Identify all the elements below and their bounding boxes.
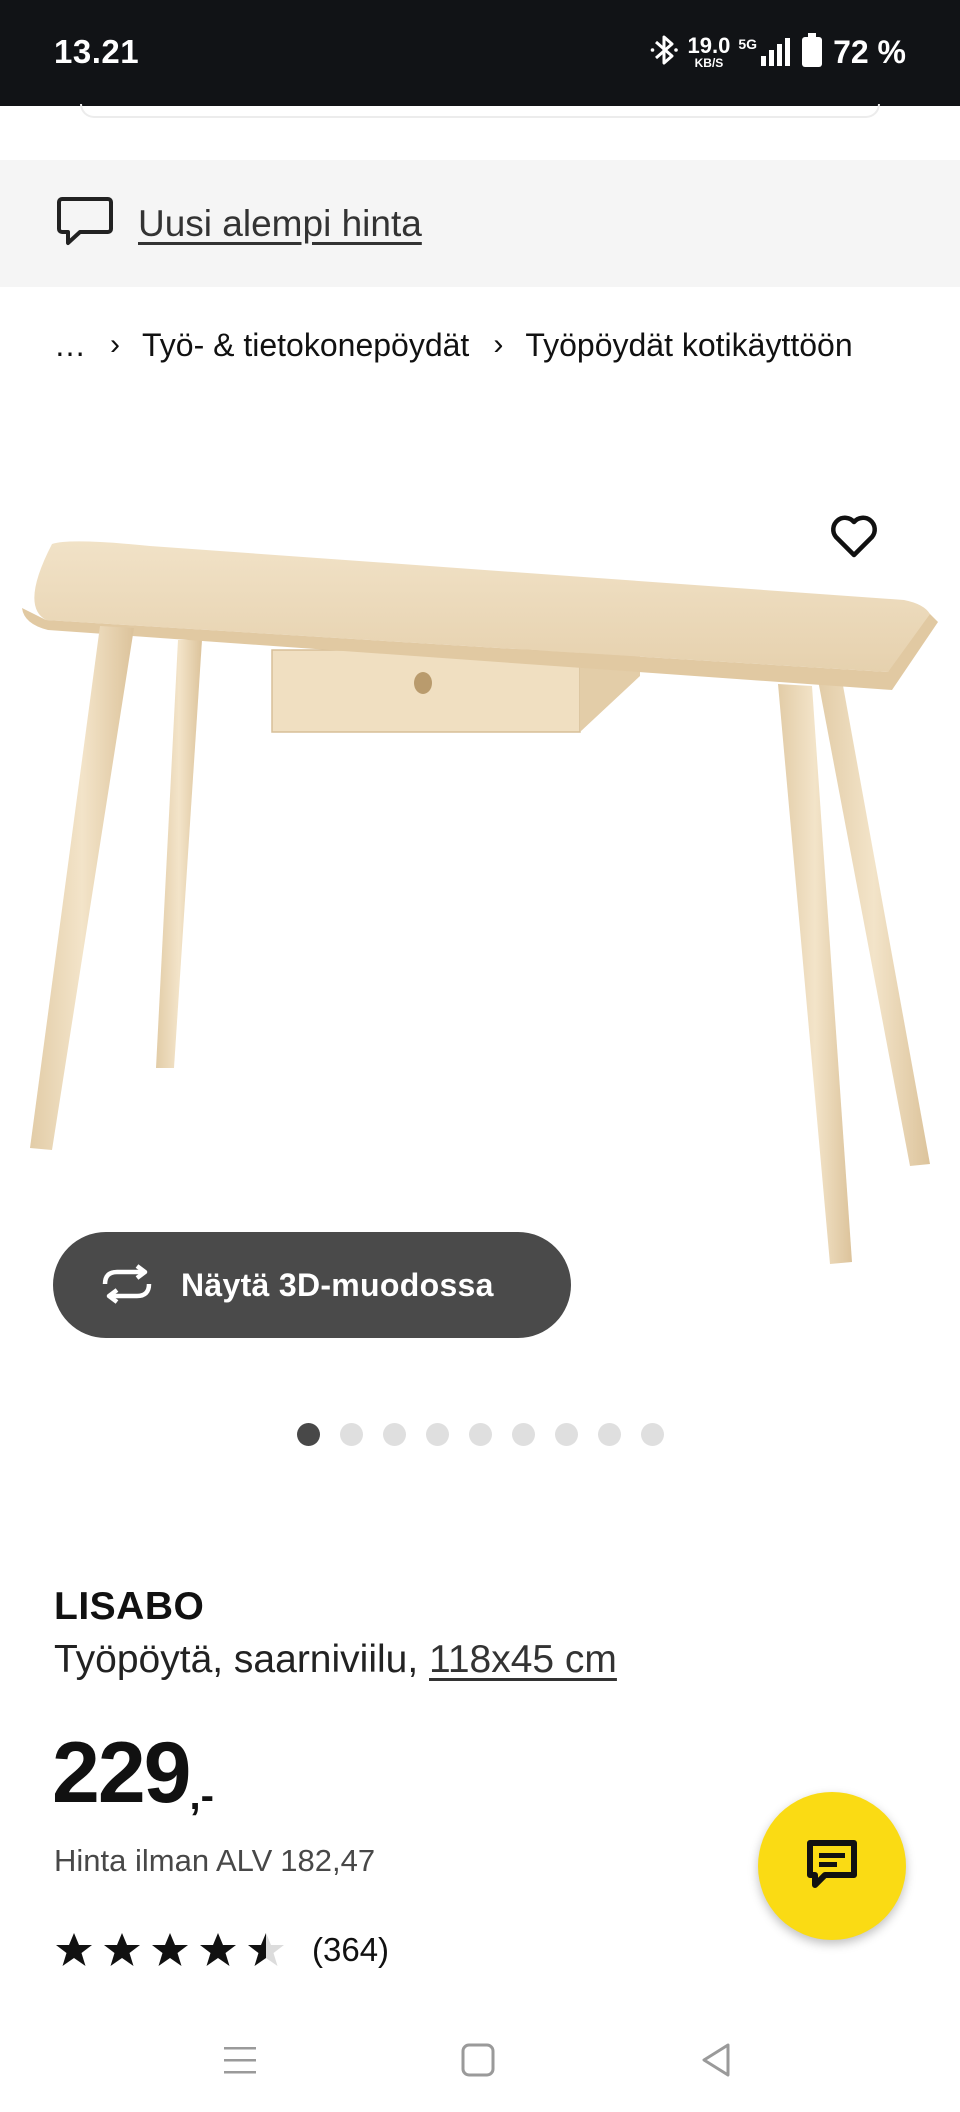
breadcrumb: … › Työ- & tietokonepöydät › Työpöydät k… xyxy=(54,320,853,370)
heart-icon xyxy=(829,515,879,562)
carousel-dot[interactable] xyxy=(598,1422,621,1446)
star-icon xyxy=(56,1933,92,1966)
price-suffix: ,- xyxy=(189,1774,214,1818)
price-without-vat-value: 182,47 xyxy=(280,1843,376,1878)
chevron-right-icon: › xyxy=(493,328,504,361)
product-name: LISABO xyxy=(54,1585,205,1628)
product-price: 229 ,- xyxy=(52,1730,214,1819)
carousel-dot[interactable] xyxy=(340,1422,363,1446)
carousel-dot[interactable] xyxy=(512,1422,535,1446)
star-icon xyxy=(200,1933,236,1966)
back-icon[interactable] xyxy=(686,2032,746,2088)
carousel-dot[interactable] xyxy=(297,1422,320,1446)
favorite-button[interactable] xyxy=(822,510,886,566)
carousel-dot[interactable] xyxy=(641,1422,664,1446)
status-time: 13.21 xyxy=(54,33,140,70)
rating-stars xyxy=(54,1931,286,1969)
network-type: 5G xyxy=(738,36,758,52)
view-3d-label: Näytä 3D-muodossa xyxy=(181,1266,494,1303)
status-bar: 13.21 19.0 KB/S 5G 72 % xyxy=(0,0,960,106)
signal-icon: 5G xyxy=(738,36,793,68)
breadcrumb-item-home-desks[interactable]: Työpöydät kotikäyttöön xyxy=(525,327,852,364)
star-icon xyxy=(152,1933,188,1966)
product-type: Työpöytä, saarniviilu, xyxy=(54,1638,419,1681)
breadcrumb-ellipsis[interactable]: … xyxy=(54,327,86,364)
price-drop-link[interactable]: Uusi alempi hinta xyxy=(138,203,422,245)
menu-icon[interactable] xyxy=(210,2032,270,2088)
rotate-3d-icon xyxy=(99,1263,155,1307)
bluetooth-icon xyxy=(650,32,680,73)
star-icon xyxy=(104,1933,140,1966)
review-count[interactable]: (364) xyxy=(312,1931,389,1969)
battery-level: 72 % xyxy=(833,33,906,70)
search-bar-edge xyxy=(80,104,880,118)
product-size-link[interactable]: 118x45 cm xyxy=(429,1638,617,1681)
carousel-dots xyxy=(297,1422,664,1446)
network-speed-value: 19.0 xyxy=(687,33,731,58)
price-integer: 229 xyxy=(52,1725,191,1821)
network-speed: 19.0 KB/S xyxy=(687,33,731,70)
breadcrumb-item-desks[interactable]: Työ- & tietokonepöydät xyxy=(142,327,469,364)
product-image[interactable] xyxy=(0,500,960,1280)
network-speed-unit: KB/S xyxy=(694,56,724,70)
chat-bubble-icon xyxy=(56,195,114,252)
product-description: Työpöytä, saarniviilu, 118x45 cm xyxy=(54,1638,617,1682)
battery-icon xyxy=(801,32,823,72)
carousel-dot[interactable] xyxy=(426,1422,449,1446)
chat-icon xyxy=(805,1839,859,1894)
carousel-dot[interactable] xyxy=(469,1422,492,1446)
price-without-vat: Hinta ilman ALV 182,47 xyxy=(54,1843,375,1879)
status-indicators: 19.0 KB/S 5G 72 % xyxy=(650,30,906,74)
carousel-dot[interactable] xyxy=(555,1422,578,1446)
chat-button[interactable] xyxy=(758,1792,906,1940)
home-icon[interactable] xyxy=(448,2032,508,2088)
chevron-right-icon: › xyxy=(110,328,120,361)
price-drop-banner[interactable]: Uusi alempi hinta xyxy=(0,160,960,287)
system-nav-bar xyxy=(0,2008,960,2112)
carousel-dot[interactable] xyxy=(383,1422,406,1446)
product-rating[interactable]: (364) xyxy=(54,1928,389,1972)
view-3d-button[interactable]: Näytä 3D-muodossa xyxy=(53,1232,571,1338)
half-star-icon xyxy=(248,1933,284,1966)
price-without-vat-label: Hinta ilman ALV xyxy=(54,1843,273,1878)
